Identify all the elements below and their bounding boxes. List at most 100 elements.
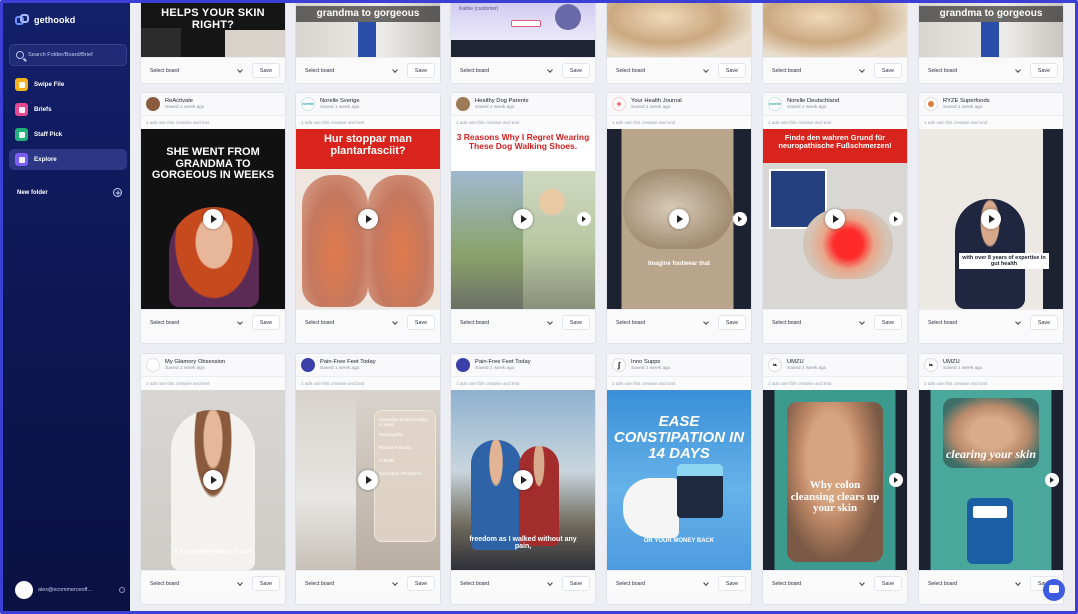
- ad-card[interactable]: Healthy Dog Parents Saved 1 week ago 1 ad…: [450, 92, 596, 344]
- sidebar-item-briefs[interactable]: Briefs: [9, 99, 127, 120]
- ad-creative[interactable]: freedom as I walked without any pain,: [451, 390, 595, 570]
- new-folder[interactable]: New folder: [17, 188, 122, 197]
- select-board-dropdown[interactable]: Select board: [456, 63, 556, 78]
- next-arrow-icon[interactable]: [577, 212, 591, 226]
- ad-creative[interactable]: with over 8 years of expertise in gut he…: [919, 129, 1063, 309]
- brand-name[interactable]: My Glamory Obsession: [165, 359, 225, 366]
- ad-creative[interactable]: grandma to gorgeous: [919, 3, 1063, 57]
- ad-creative[interactable]: Finde den wahren Grund für neuropathisch…: [763, 129, 907, 309]
- select-board-dropdown[interactable]: Select board: [301, 576, 401, 591]
- ad-card[interactable]: Select board Save: [606, 3, 752, 84]
- save-button[interactable]: Save: [252, 576, 280, 591]
- brand-name[interactable]: RYZE Superfoods: [943, 98, 990, 105]
- play-icon[interactable]: [513, 209, 533, 229]
- ad-card[interactable]: ❧ UMZU Saved 1 week ago 1 ads use this cr…: [918, 353, 1064, 605]
- select-board-dropdown[interactable]: Select board: [456, 576, 556, 591]
- play-icon[interactable]: [358, 209, 378, 229]
- save-button[interactable]: Save: [407, 63, 435, 78]
- select-board-dropdown[interactable]: Select board: [768, 63, 868, 78]
- ad-creative[interactable]: EASE CONSTIPATION IN 14 DAYS OR YOUR MON…: [607, 390, 751, 570]
- user-account[interactable]: alex@ecommerceoff...: [15, 581, 125, 599]
- brand-name[interactable]: Norelle Deutschland: [787, 98, 839, 105]
- sidebar-item-staff-pick[interactable]: Staff Pick: [9, 124, 127, 145]
- ad-card[interactable]: Kathie (customer) Select board Save: [450, 3, 596, 84]
- brand-avatar[interactable]: norelle: [768, 97, 782, 111]
- ad-creative[interactable]: grandma to gorgeous: [296, 3, 440, 57]
- brand-name[interactable]: Healthy Dog Parents: [475, 98, 529, 105]
- select-board-dropdown[interactable]: Select board: [768, 315, 868, 330]
- brand-avatar[interactable]: norelle: [301, 97, 315, 111]
- play-icon[interactable]: [669, 209, 689, 229]
- ad-creative[interactable]: Imagine footwear that: [607, 129, 751, 309]
- ad-card[interactable]: HELPS YOUR SKIN RIGHT? Select board Save: [140, 3, 286, 84]
- ad-creative[interactable]: HELPS YOUR SKIN RIGHT?: [141, 3, 285, 57]
- brand-name[interactable]: ReActivate: [165, 98, 204, 105]
- play-icon[interactable]: [203, 470, 223, 490]
- gear-icon[interactable]: [119, 587, 125, 593]
- save-button[interactable]: Save: [718, 576, 746, 591]
- select-board-dropdown[interactable]: Select board: [146, 63, 246, 78]
- select-board-dropdown[interactable]: Select board: [612, 63, 712, 78]
- brand-avatar[interactable]: [146, 358, 160, 372]
- save-button[interactable]: Save: [562, 315, 590, 330]
- ad-card[interactable]: RYZE Superfoods Saved 1 week ago 1 ads us…: [918, 92, 1064, 344]
- brand-avatar[interactable]: [301, 358, 315, 372]
- play-icon[interactable]: [513, 470, 533, 490]
- brand-avatar[interactable]: [924, 97, 938, 111]
- sidebar-item-explore[interactable]: Explore: [9, 149, 127, 170]
- next-arrow-icon[interactable]: [733, 212, 747, 226]
- select-board-dropdown[interactable]: Select board: [768, 576, 868, 591]
- next-arrow-icon[interactable]: [1045, 473, 1059, 487]
- save-button[interactable]: Save: [1030, 63, 1058, 78]
- select-board-dropdown[interactable]: Select board: [301, 63, 401, 78]
- save-button[interactable]: Save: [874, 63, 902, 78]
- save-button[interactable]: Save: [252, 63, 280, 78]
- save-button[interactable]: Save: [407, 576, 435, 591]
- play-icon[interactable]: [825, 209, 845, 229]
- brand-name[interactable]: UMZU: [787, 359, 826, 366]
- select-board-dropdown[interactable]: Select board: [924, 63, 1024, 78]
- ad-creative[interactable]: SHE WENT FROM GRANDMA TO GORGEOUS IN WEE…: [141, 129, 285, 309]
- ad-card[interactable]: Pain-Free Feet Today Saved 1 week ago 1 a…: [450, 353, 596, 605]
- brand-name[interactable]: Pain-Free Feet Today: [320, 359, 376, 366]
- save-button[interactable]: Save: [1030, 315, 1058, 330]
- play-icon[interactable]: [358, 470, 378, 490]
- sidebar-item-swipe-file[interactable]: Swipe File: [9, 74, 127, 95]
- ad-card[interactable]: ❧ UMZU Saved 1 week ago 1 ads use this cr…: [762, 353, 908, 605]
- ad-creative[interactable]: Why colon cleansing clears up your skin: [763, 390, 907, 570]
- brand-avatar[interactable]: ❧: [924, 358, 938, 372]
- brand-name[interactable]: Inno Supps: [631, 359, 670, 366]
- save-button[interactable]: Save: [407, 315, 435, 330]
- ad-card[interactable]: Pain-Free Feet Today Saved 1 week ago 1 a…: [295, 353, 441, 605]
- select-board-dropdown[interactable]: Select board: [301, 315, 401, 330]
- brand-name[interactable]: Norelle Sverige: [320, 98, 360, 105]
- ad-card[interactable]: + Your Health Journal Saved 1 week ago 1 …: [606, 92, 752, 344]
- ad-creative[interactable]: Hur stoppar man plantarfasciit?: [296, 129, 440, 309]
- ad-card[interactable]: Select board Save: [762, 3, 908, 84]
- save-button[interactable]: Save: [874, 576, 902, 591]
- search-input[interactable]: Search Folder/Board/Brief: [9, 44, 127, 66]
- select-board-dropdown[interactable]: Select board: [456, 315, 556, 330]
- save-button[interactable]: Save: [252, 315, 280, 330]
- brand-name[interactable]: Your Health Journal: [631, 98, 682, 105]
- next-arrow-icon[interactable]: [889, 212, 903, 226]
- ad-creative[interactable]: it's extremely easy to use: [141, 390, 285, 570]
- ad-card[interactable]: ReActivate Saved 1 week ago 1 ads use thi…: [140, 92, 286, 344]
- app-logo[interactable]: gethookd: [15, 14, 75, 26]
- ad-card[interactable]: ʃ Inno Supps Saved 1 week ago 1 ads use t…: [606, 353, 752, 605]
- ad-card[interactable]: grandma to gorgeous Select board Save: [918, 3, 1064, 84]
- save-button[interactable]: Save: [718, 63, 746, 78]
- brand-name[interactable]: Pain-Free Feet Today: [475, 359, 531, 366]
- ad-card[interactable]: grandma to gorgeous Select board Save: [295, 3, 441, 84]
- brand-avatar[interactable]: [456, 97, 470, 111]
- save-button[interactable]: Save: [562, 63, 590, 78]
- ad-creative[interactable]: [763, 3, 907, 57]
- ad-creative[interactable]: Kathie (customer): [451, 3, 595, 57]
- select-board-dropdown[interactable]: Select board: [146, 315, 246, 330]
- save-button[interactable]: Save: [718, 315, 746, 330]
- select-board-dropdown[interactable]: Select board: [146, 576, 246, 591]
- add-folder-icon[interactable]: [113, 188, 122, 197]
- play-icon[interactable]: [203, 209, 223, 229]
- ad-creative[interactable]: [607, 3, 751, 57]
- chat-support-icon[interactable]: [1043, 579, 1065, 601]
